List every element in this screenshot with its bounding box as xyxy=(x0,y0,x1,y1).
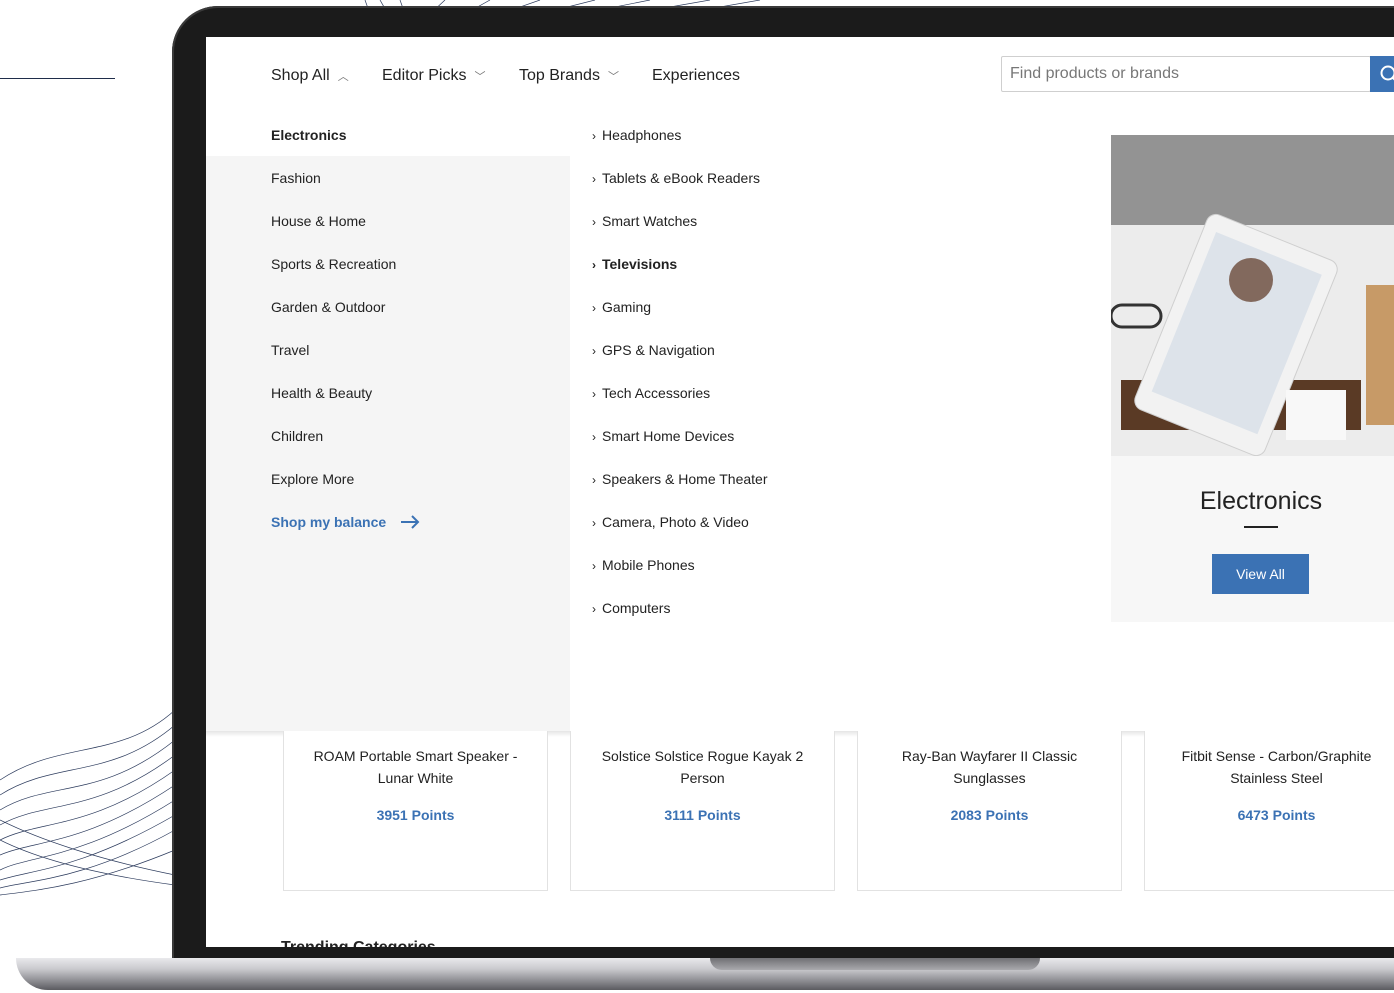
chevron-right-icon: › xyxy=(592,559,596,573)
subcategory-item[interactable]: › Smart Watches xyxy=(592,213,697,229)
search-input[interactable] xyxy=(1001,56,1371,92)
product-card[interactable]: Solstice Solstice Rogue Kayak 2 Person 3… xyxy=(570,731,835,891)
product-points: 3111 Points xyxy=(664,807,741,823)
product-card[interactable]: ROAM Portable Smart Speaker - Lunar Whit… xyxy=(283,731,548,891)
decorative-line xyxy=(0,78,115,79)
subcategory-item[interactable]: › Gaming xyxy=(592,299,651,315)
nav-top-brands[interactable]: Top Brands ﹀ xyxy=(519,67,619,85)
category-sports-recreation[interactable]: Sports & Recreation xyxy=(271,256,396,272)
top-navigation: Shop All ︿ Editor Picks ﹀ Top Brands ﹀ E… xyxy=(206,37,1394,114)
product-name: ROAM Portable Smart Speaker - Lunar Whit… xyxy=(313,748,518,786)
chevron-right-icon: › xyxy=(592,129,596,143)
category-house-home[interactable]: House & Home xyxy=(271,213,366,229)
chevron-up-icon: ︿ xyxy=(337,71,349,83)
subcategory-item[interactable]: › Televisions xyxy=(592,256,677,272)
nav-shop-all-label: Shop All xyxy=(271,67,330,84)
nav-experiences[interactable]: Experiences xyxy=(652,67,740,85)
subcategory-label: Computers xyxy=(602,600,671,616)
laptop-screen: Shop All ︿ Editor Picks ﹀ Top Brands ﹀ E… xyxy=(206,37,1394,947)
subcategory-label: Speakers & Home Theater xyxy=(602,471,768,487)
chevron-right-icon: › xyxy=(592,473,596,487)
product-card[interactable]: Ray-Ban Wayfarer II Classic Sunglasses 2… xyxy=(857,731,1122,891)
subcategory-item[interactable]: › Smart Home Devices xyxy=(592,428,734,444)
search-icon xyxy=(1380,65,1394,81)
shop-my-balance-link[interactable]: Shop my balance xyxy=(271,514,420,530)
shop-my-balance-label: Shop my balance xyxy=(271,514,387,530)
category-garden-outdoor[interactable]: Garden & Outdoor xyxy=(271,299,385,315)
subcategory-item[interactable]: › Speakers & Home Theater xyxy=(592,471,768,487)
subcategory-label: GPS & Navigation xyxy=(602,342,715,358)
active-category-highlight xyxy=(206,113,570,156)
view-all-button[interactable]: View All xyxy=(1212,554,1309,594)
arrow-right-icon xyxy=(401,515,420,529)
nav-editor-picks-label: Editor Picks xyxy=(382,67,467,84)
category-fashion[interactable]: Fashion xyxy=(271,170,321,186)
product-name: Ray-Ban Wayfarer II Classic Sunglasses xyxy=(901,748,1078,786)
category-travel[interactable]: Travel xyxy=(271,342,309,358)
subcategory-item[interactable]: › GPS & Navigation xyxy=(592,342,715,358)
product-card[interactable]: Fitbit Sense - Carbon/Graphite Stainless… xyxy=(1144,731,1394,891)
product-name: Solstice Solstice Rogue Kayak 2 Person xyxy=(601,748,804,786)
chevron-right-icon: › xyxy=(592,258,596,272)
subcategory-label: Headphones xyxy=(602,127,682,143)
product-points: 6473 Points xyxy=(1237,807,1316,823)
subcategory-item[interactable]: › Tech Accessories xyxy=(592,385,710,401)
tablet-photo xyxy=(1111,135,1394,457)
promo-image xyxy=(1111,135,1394,457)
nav-top-brands-label: Top Brands xyxy=(519,67,600,84)
chevron-down-icon: ﹀ xyxy=(607,71,619,83)
chevron-right-icon: › xyxy=(592,172,596,186)
chevron-right-icon: › xyxy=(592,430,596,444)
subcategory-item[interactable]: › Tablets & eBook Readers xyxy=(592,170,760,186)
subcategory-label: Televisions xyxy=(602,256,678,272)
chevron-right-icon: › xyxy=(592,602,596,616)
category-children[interactable]: Children xyxy=(271,428,323,444)
category-health-beauty[interactable]: Health & Beauty xyxy=(271,385,372,401)
subcategory-label: Tablets & eBook Readers xyxy=(602,170,760,186)
chevron-right-icon: › xyxy=(592,516,596,530)
category-menu xyxy=(206,113,570,731)
category-electronics[interactable]: Electronics xyxy=(271,127,346,143)
chevron-right-icon: › xyxy=(592,344,596,358)
subcategory-label: Tech Accessories xyxy=(602,385,711,401)
subcategory-label: Mobile Phones xyxy=(602,557,695,573)
nav-experiences-label: Experiences xyxy=(652,67,741,84)
subcategory-label: Camera, Photo & Video xyxy=(602,514,749,530)
subcategory-item[interactable]: › Mobile Phones xyxy=(592,557,695,573)
chevron-right-icon: › xyxy=(592,387,596,401)
subcategory-label: Gaming xyxy=(602,299,652,315)
promo-title: Electronics xyxy=(1199,487,1323,515)
nav-editor-picks[interactable]: Editor Picks ﹀ xyxy=(382,67,485,85)
subcategory-label: Smart Home Devices xyxy=(602,428,735,444)
subcategory-item[interactable]: › Camera, Photo & Video xyxy=(592,514,749,530)
subcategory-item[interactable]: › Headphones xyxy=(592,127,681,143)
chevron-right-icon: › xyxy=(592,215,596,229)
search-button[interactable] xyxy=(1370,56,1394,92)
nav-shop-all[interactable]: Shop All ︿ xyxy=(271,67,349,85)
trending-heading: Trending Categories xyxy=(281,939,436,947)
laptop-base xyxy=(16,958,1394,990)
product-points: 3951 Points xyxy=(376,807,455,823)
promo-divider xyxy=(1244,526,1278,528)
decorative-waves xyxy=(0,709,176,896)
category-explore-more[interactable]: Explore More xyxy=(271,471,354,487)
subcategory-label: Smart Watches xyxy=(602,213,698,229)
chevron-right-icon: › xyxy=(592,301,596,315)
subcategory-item[interactable]: › Computers xyxy=(592,600,670,616)
product-name: Fitbit Sense - Carbon/Graphite Stainless… xyxy=(1181,748,1372,786)
laptop-notch xyxy=(710,958,1040,970)
product-points: 2083 Points xyxy=(950,807,1029,823)
chevron-down-icon: ﹀ xyxy=(474,71,486,83)
promo-card: Electronics View All xyxy=(1111,135,1394,622)
